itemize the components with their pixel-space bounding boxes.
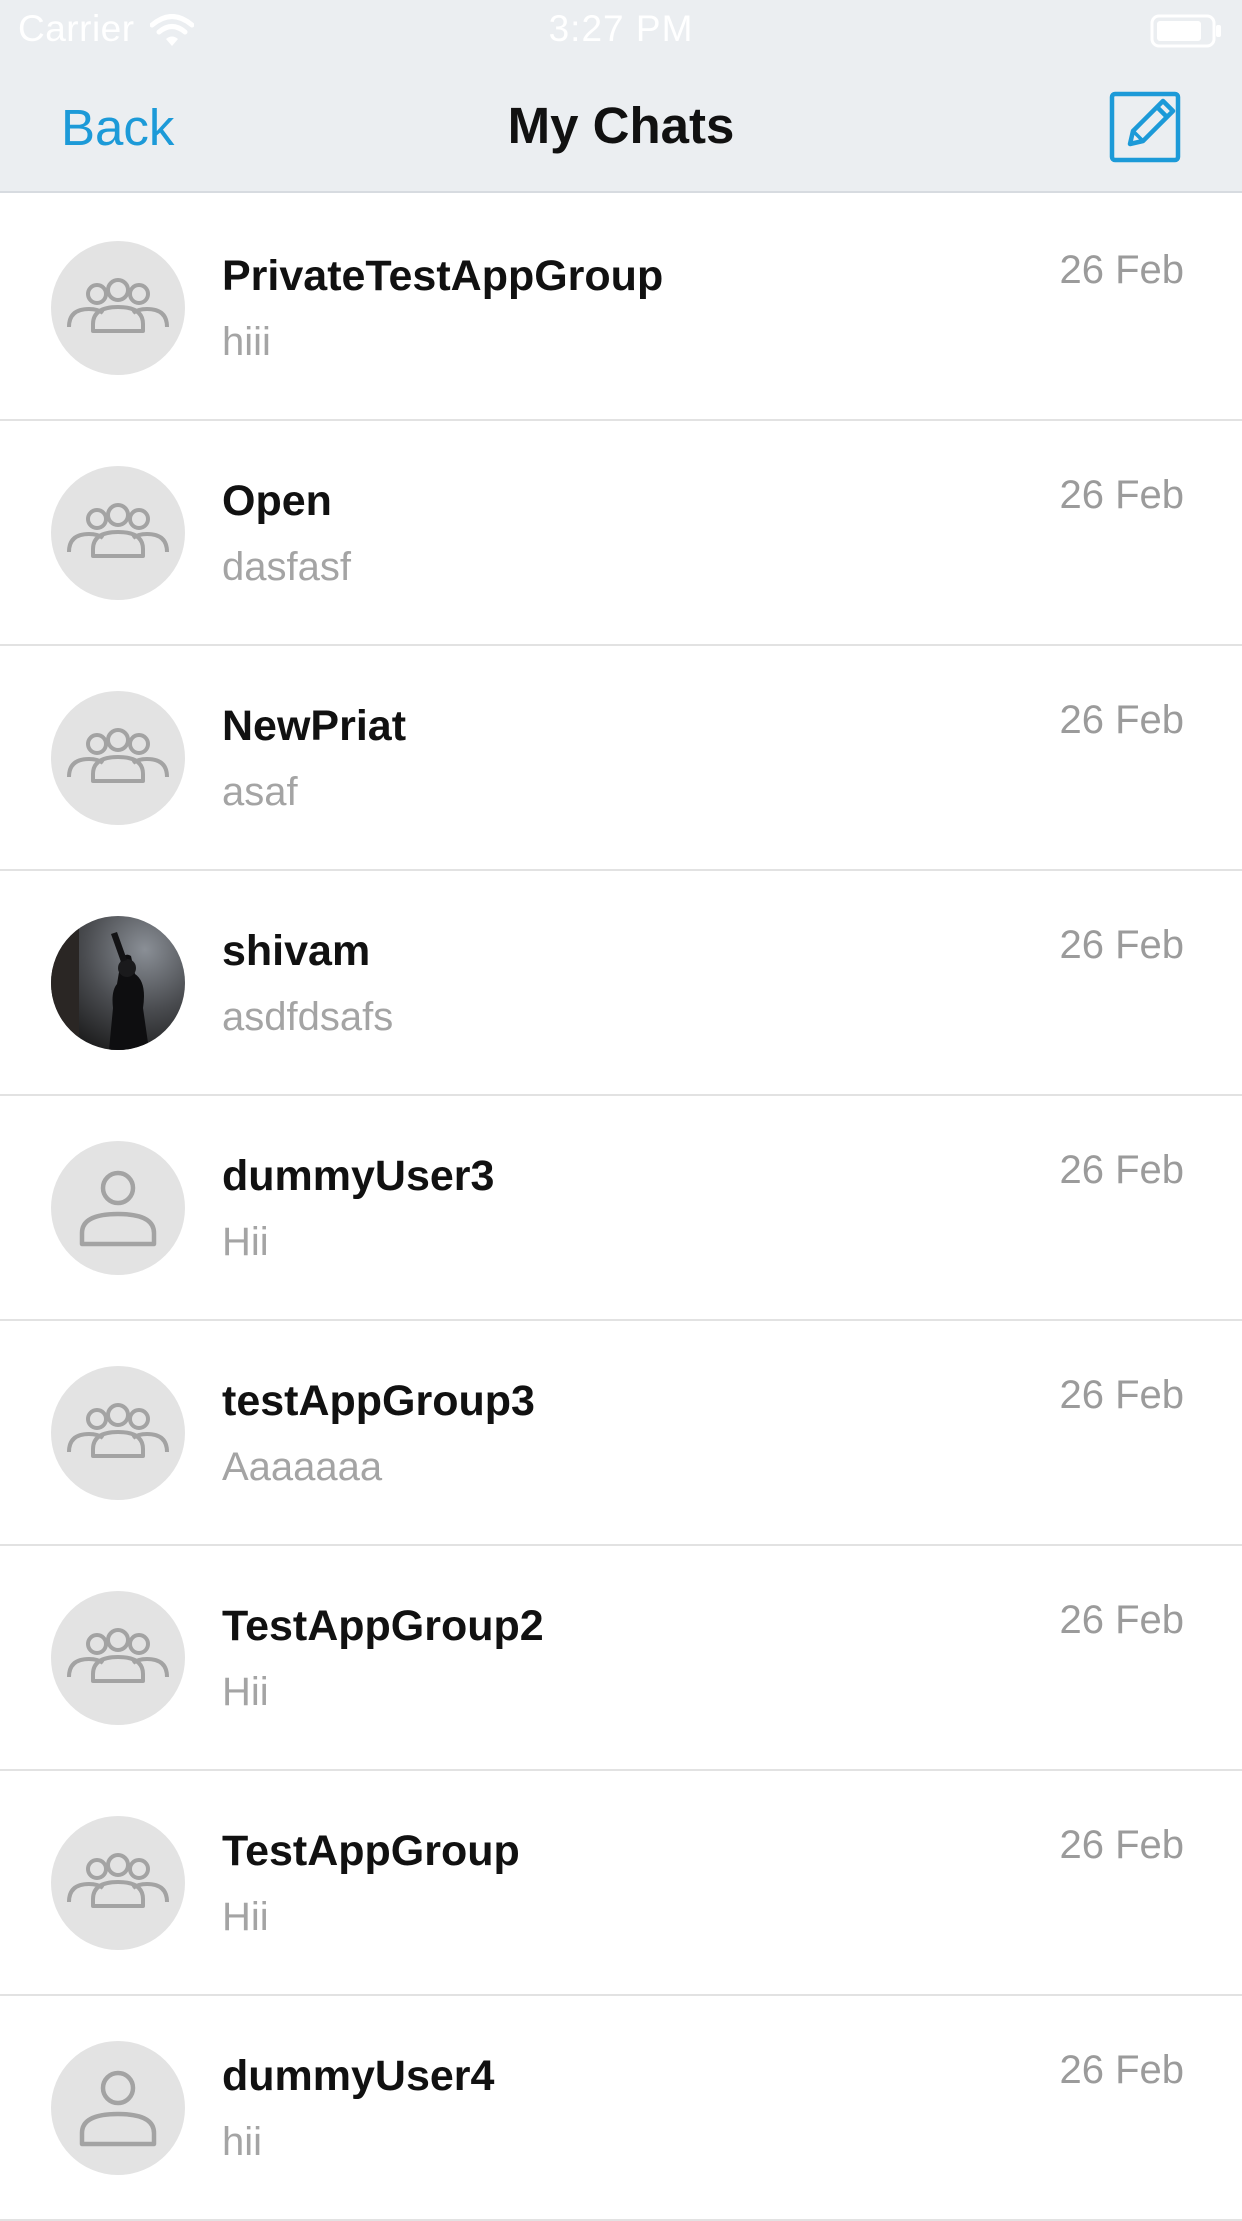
avatar <box>51 466 185 600</box>
group-icon <box>67 278 169 333</box>
user-photo <box>51 916 185 1050</box>
chat-row[interactable]: dummyUser3 Hii 26 Feb <box>0 1096 1242 1321</box>
chat-preview: hii <box>222 2120 263 2164</box>
chat-date: 26 Feb <box>1059 1823 1184 1867</box>
avatar <box>51 241 185 375</box>
chat-date: 26 Feb <box>1059 248 1184 292</box>
avatar <box>51 1141 185 1275</box>
compose-icon[interactable] <box>1108 88 1184 164</box>
group-icon <box>67 503 169 558</box>
chat-preview: Aaaaaaa <box>222 1445 383 1489</box>
chat-name: NewPriat <box>222 702 407 750</box>
chat-row[interactable]: PrivateTestAppGroup hiii 26 Feb <box>0 196 1242 421</box>
top-bar: Carrier 3:27 PM Back My Chats <box>0 0 1242 193</box>
chat-row[interactable]: shivam asdfdsafs 26 Feb <box>0 871 1242 1096</box>
chat-preview: Hii <box>222 1895 269 1939</box>
chat-preview: Hii <box>222 1220 269 1264</box>
chat-date: 26 Feb <box>1059 1373 1184 1417</box>
chat-preview: Hii <box>222 1670 269 1714</box>
chat-date: 26 Feb <box>1059 923 1184 967</box>
avatar <box>51 1591 185 1725</box>
chat-date: 26 Feb <box>1059 1598 1184 1642</box>
chat-row[interactable]: TestAppGroup Hii 26 Feb <box>0 1771 1242 1996</box>
chat-name: Open <box>222 477 332 525</box>
chat-preview: hiii <box>222 320 271 364</box>
group-icon <box>67 1853 169 1908</box>
chat-name: PrivateTestAppGroup <box>222 252 664 300</box>
chat-name: dummyUser3 <box>222 1152 495 1200</box>
chat-name: shivam <box>222 927 371 975</box>
avatar <box>51 1816 185 1950</box>
group-icon <box>67 728 169 783</box>
page-title: My Chats <box>507 97 735 154</box>
chat-name: TestAppGroup2 <box>222 1602 544 1650</box>
avatar <box>51 691 185 825</box>
avatar <box>51 2041 185 2175</box>
chat-preview: dasfasf <box>222 545 351 589</box>
navigation-bar: Back My Chats <box>0 62 1242 193</box>
chat-row[interactable]: Open dasfasf 26 Feb <box>0 421 1242 646</box>
chat-date: 26 Feb <box>1059 2048 1184 2092</box>
avatar <box>51 1366 185 1500</box>
user-icon <box>79 2070 157 2147</box>
chat-date: 26 Feb <box>1059 1148 1184 1192</box>
battery-icon <box>1150 14 1221 48</box>
group-icon <box>67 1628 169 1683</box>
chat-preview: asaf <box>222 770 298 814</box>
chat-row[interactable]: NewPriat asaf 26 Feb <box>0 646 1242 871</box>
chat-row[interactable]: testAppGroup3 Aaaaaaa 26 Feb <box>0 1321 1242 1546</box>
chat-name: TestAppGroup <box>222 1827 520 1875</box>
status-bar: Carrier 3:27 PM <box>0 0 1242 62</box>
chat-row[interactable]: dummyUser4 hii 26 Feb <box>0 1996 1242 2221</box>
chat-date: 26 Feb <box>1059 698 1184 742</box>
chat-row[interactable]: TestAppGroup2 Hii 26 Feb <box>0 1546 1242 1771</box>
chat-list: PrivateTestAppGroup hiii 26 Feb Open dasfasf… <box>0 196 1242 2221</box>
chat-name: dummyUser4 <box>222 2052 495 2100</box>
user-icon <box>79 1170 157 1247</box>
avatar <box>51 916 185 1050</box>
chat-date: 26 Feb <box>1059 473 1184 517</box>
chat-preview: asdfdsafs <box>222 995 394 1039</box>
group-icon <box>67 1403 169 1458</box>
chat-name: testAppGroup3 <box>222 1377 535 1425</box>
clock: 3:27 PM <box>548 8 694 49</box>
